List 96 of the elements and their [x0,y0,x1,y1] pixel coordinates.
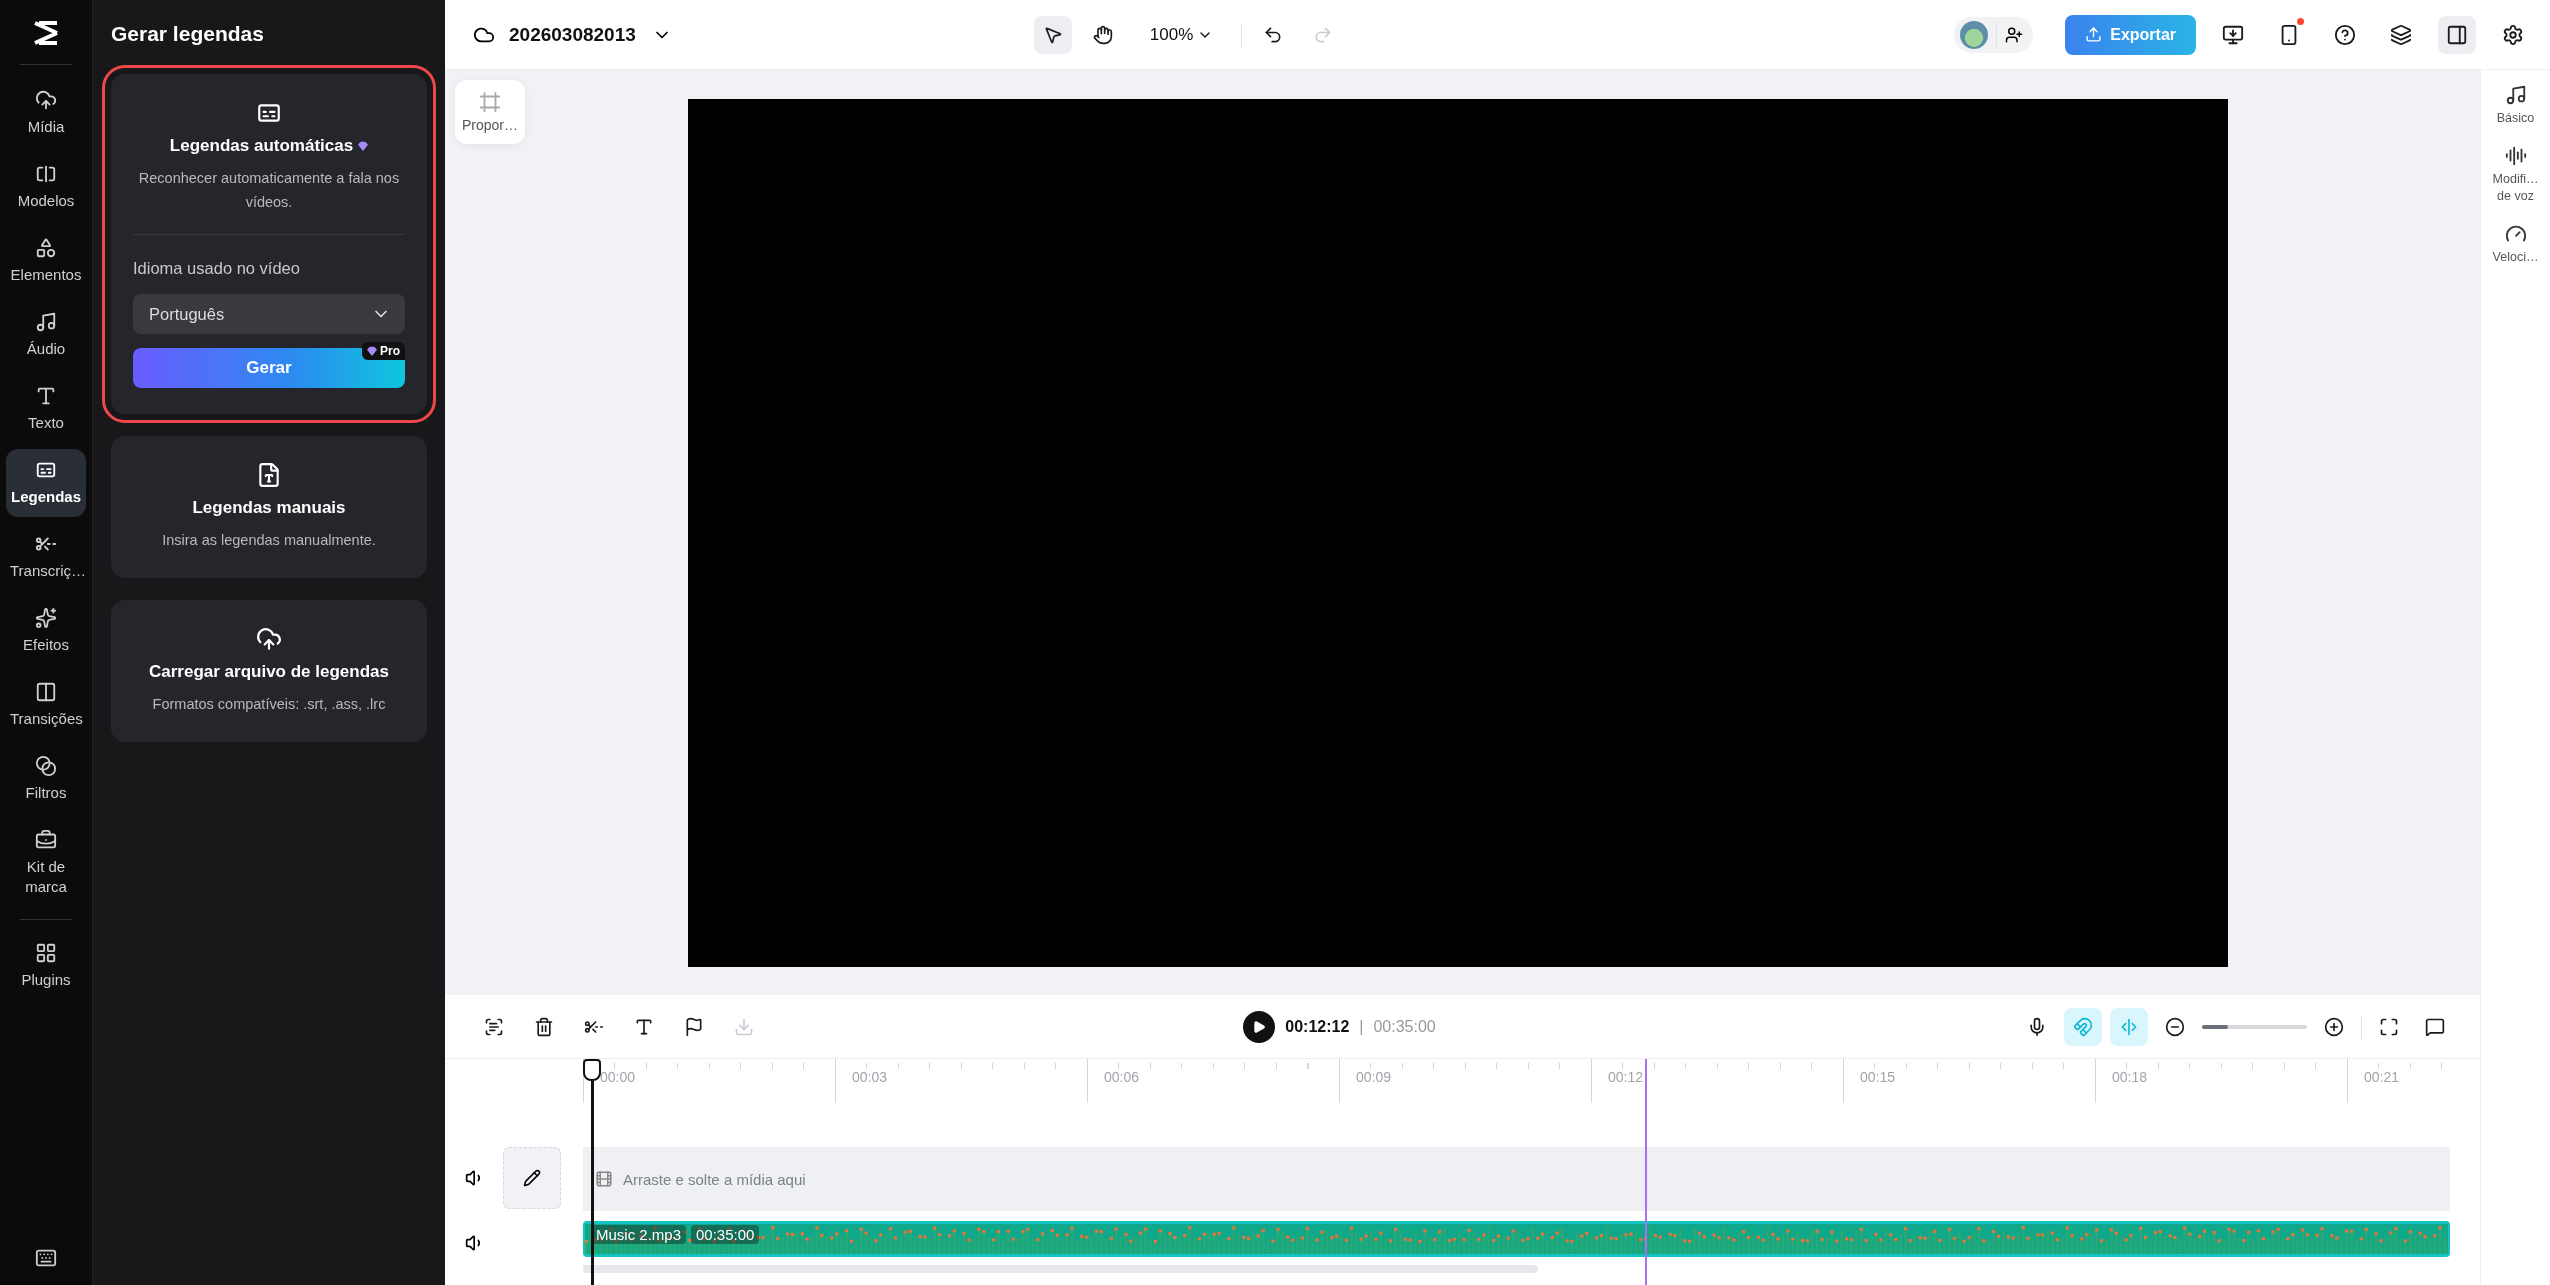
ruler-label: 00:09 [1339,1059,1591,1103]
panel-toggle[interactable] [2438,15,2476,54]
nav-item[interactable]: Efeitos [6,597,86,665]
drop-hint: Arraste e solte a mídia aqui [623,1170,806,1188]
pencil-icon [523,1169,541,1187]
current-time: 00:12:12 [1285,1017,1350,1036]
layers-icon [2390,23,2412,46]
ruler-label: 00:15 [1843,1059,2095,1103]
hand-icon [1092,24,1113,45]
nav-item[interactable]: Elementos [6,227,86,295]
upload-captions-card[interactable]: Carregar arquivo de legendas Formatos compatíveis: .srt, .ass, .lrc [111,600,427,742]
dropdown-value: Português [149,304,225,324]
help-icon [2334,23,2356,46]
briefcase-icon [35,829,57,851]
split-line-icon [2119,1016,2139,1037]
card-description: Reconhecer automaticamente a fala nos vídeos. [137,169,401,212]
manual-captions-card[interactable]: Legendas manuais Insira as legendas manualmente. [111,436,427,578]
ruler-label: 00:06 [1087,1059,1339,1103]
pointer-tool[interactable] [1033,15,1072,54]
music-note-icon[interactable] [2504,84,2527,106]
scrollbar[interactable] [583,1265,1538,1273]
play-button[interactable] [1243,1010,1276,1043]
clip-name: Music 2.mp3 [591,1225,687,1244]
trash-icon [534,1016,554,1037]
nav-item[interactable]: Texto [6,375,86,443]
total-time: 00:35:00 [1373,1017,1436,1036]
card-description: Formatos compatíveis: .srt, .ass, .lrc [152,695,386,714]
template-icon [35,163,57,185]
monitor-download-icon [2222,23,2244,46]
frame-icon [479,91,501,113]
property-tab[interactable]: Veloci… [2485,249,2546,266]
voice-wave-icon[interactable] [2504,145,2527,167]
film-icon [595,1170,613,1188]
card-title: Legendas automáticas [169,136,369,156]
nav-item[interactable]: Filtros [6,745,86,813]
grid-icon [35,942,57,964]
collaborators[interactable] [1954,16,2034,53]
nav-item[interactable]: Áudio [6,301,86,369]
music-note-icon [35,311,57,333]
download-icon [734,1016,754,1037]
property-tab[interactable]: Modifi… de voz [2485,171,2546,205]
clip-duration: 00:35:00 [691,1225,760,1244]
field-label: Idioma usado no vídeo [133,259,300,278]
notification-dot [2297,17,2304,25]
zoom-slider[interactable] [2202,1024,2307,1029]
zoom-in-icon [2324,1016,2344,1037]
avatar [1960,20,1989,49]
nav-item[interactable]: Mídia [6,79,86,147]
nav-item[interactable]: Transcriç… [6,523,86,591]
split-toggle[interactable] [2110,1007,2148,1046]
play-icon [1252,1019,1267,1034]
zoom-out-icon [2165,1016,2185,1037]
flag-icon [684,1016,704,1037]
ruler-label: 00:03 [835,1059,1087,1103]
add-user-icon [2005,25,2024,44]
split-icon [484,1016,504,1037]
app-logo [31,18,61,48]
ruler-label: 00:18 [2095,1059,2347,1103]
shapes-icon [35,237,57,259]
magnet-toggle[interactable] [2064,1007,2102,1046]
time-separator: | [1359,1017,1364,1036]
fullscreen-icon [2379,1016,2399,1037]
nav-item[interactable]: Modelos [6,153,86,221]
sparkle-icon [35,607,57,629]
nav-item[interactable]: Transições [6,671,86,739]
magnet-icon [2073,1016,2093,1037]
redo-icon [1313,24,1334,45]
comment-icon [2425,1016,2445,1037]
property-tab[interactable]: Básico [2485,110,2546,127]
card-title: Legendas manuais [192,498,346,518]
keyboard-icon[interactable] [35,1247,57,1269]
upload-icon [2085,26,2103,43]
language-dropdown[interactable]: Português [133,294,405,334]
transition-icon [35,681,57,703]
nav-item[interactable]: Kit de marca [6,819,86,907]
media-drop-zone[interactable]: Arraste e solte a mídia aqui [583,1147,2450,1211]
card-description: Insira as legendas manualmente. [162,531,376,550]
panel-icon [2446,23,2468,46]
cloud-upload-icon [35,89,57,111]
nav-item[interactable]: Plugins [6,932,86,1000]
ratio-button[interactable]: Propor… [455,80,525,144]
zoom-dropdown[interactable]: 100% [1143,23,1220,46]
edit-button[interactable] [503,1147,561,1209]
text-icon [35,385,57,407]
nav-item[interactable]: Legendas [6,449,86,517]
cloud-upload-icon [256,626,282,652]
audio-clip[interactable]: Music 2.mp3 00:35:00 [583,1221,2450,1257]
settings-icon [2502,23,2524,46]
circles-icon [35,755,57,777]
diamond-icon [358,141,369,151]
document-icon [256,462,282,488]
project-name: 202603082013 [509,23,636,46]
panel-title: Gerar legendas [111,22,265,46]
pro-badge: Pro [362,342,405,360]
card-title: Carregar arquivo de legendas [149,662,389,682]
microphone-icon [2027,1016,2047,1037]
